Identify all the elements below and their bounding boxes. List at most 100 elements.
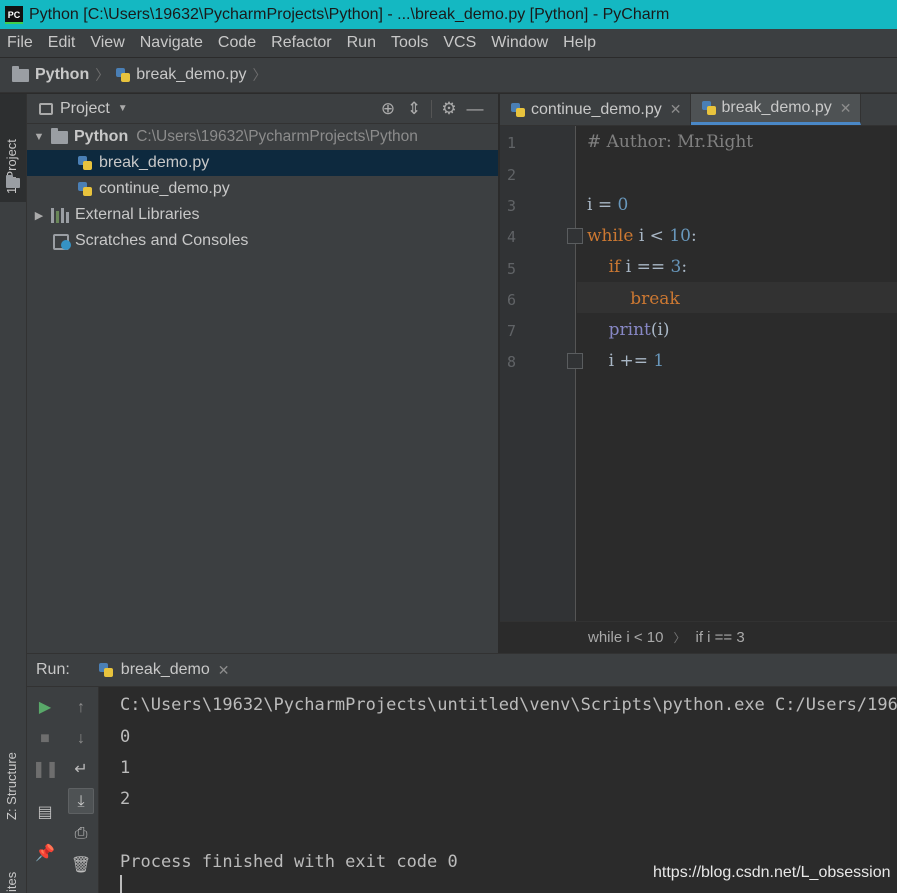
python-file-icon [77, 181, 93, 197]
code-line-3: i = 0 [587, 195, 628, 215]
tree-file-label: break_demo.py [99, 154, 210, 171]
left-tool-stripe: 1: Project Z: Structure ites [0, 94, 27, 893]
code-token: (i) [650, 320, 670, 340]
layout-icon[interactable]: ▤ [32, 800, 58, 826]
code-breadcrumb-item[interactable]: if i == 3 [695, 629, 744, 646]
tree-root[interactable]: ▼ Python C:\Users\19632\PycharmProjects\… [27, 124, 498, 150]
code-breadcrumb: while i < 10 〉 if i == 3 [500, 621, 897, 653]
line-number: 6 [507, 291, 517, 309]
line-number: 2 [507, 166, 517, 184]
folder-icon [12, 65, 29, 82]
code-token: i == [620, 257, 671, 277]
text-cursor [120, 875, 122, 893]
tree-external-libraries-label: External Libraries [75, 206, 200, 223]
menu-window[interactable]: Window [491, 34, 548, 52]
code-breadcrumb-item[interactable]: while i < 10 [588, 629, 663, 646]
pycharm-logo-icon: PC [5, 5, 23, 24]
tree-file-break-demo[interactable]: break_demo.py [27, 150, 498, 176]
code-line-7: print(i) [587, 320, 670, 340]
chevron-right-icon: 〉 [673, 631, 686, 645]
folder-icon [6, 175, 20, 188]
favorites-tool-button[interactable]: ites [4, 872, 19, 892]
hide-icon[interactable]: — [462, 99, 488, 119]
gear-icon[interactable]: ⚙ [436, 99, 462, 119]
scratches-icon [53, 233, 71, 250]
tree-file-continue-demo[interactable]: continue_demo.py [27, 176, 498, 202]
code-token: : [681, 257, 688, 277]
structure-tool-button[interactable]: Z: Structure [4, 752, 19, 820]
menu-run[interactable]: Run [347, 34, 376, 52]
line-number: 4 [507, 228, 517, 246]
code-token: = [592, 195, 618, 215]
menu-vcs[interactable]: VCS [443, 34, 476, 52]
menu-help[interactable]: Help [563, 34, 596, 52]
python-file-icon [77, 155, 93, 171]
code-token: i < [633, 226, 670, 246]
menu-bar: File Edit View Navigate Code Refactor Ru… [0, 29, 897, 57]
close-icon[interactable]: ✕ [218, 662, 230, 679]
arrow-down-icon[interactable]: ↓ [68, 726, 94, 752]
menu-code[interactable]: Code [218, 34, 256, 52]
python-file-icon [115, 67, 131, 83]
close-icon[interactable]: ✕ [670, 101, 682, 118]
expanded-arrow-icon[interactable]: ▼ [31, 131, 47, 143]
run-panel-title: Run: [36, 661, 70, 678]
console-line: Process finished with exit code 0 [120, 852, 458, 872]
locate-icon[interactable]: ⊕ [375, 99, 401, 119]
scroll-to-end-icon[interactable]: ⤓ [68, 788, 94, 814]
library-icon [51, 207, 69, 223]
menu-file[interactable]: File [7, 34, 33, 52]
code-number: 0 [617, 195, 629, 215]
stop-icon[interactable]: ■ [32, 726, 58, 752]
run-tab-label: break_demo [120, 661, 210, 678]
trash-icon[interactable]: 🗑 [68, 853, 94, 879]
breadcrumb-project[interactable]: Python [35, 66, 89, 84]
project-tree: ▼ Python C:\Users\19632\PycharmProjects\… [27, 124, 498, 254]
breadcrumb-file[interactable]: break_demo.py [136, 66, 246, 84]
tree-external-libraries[interactable]: ▶ External Libraries [27, 202, 498, 228]
close-icon[interactable]: ✕ [840, 100, 852, 117]
tab-continue-demo[interactable]: continue_demo.py ✕ [500, 94, 691, 125]
code-keyword: while [587, 226, 634, 246]
console-output[interactable]: C:\Users\19632\PycharmProjects\untitled\… [99, 687, 897, 893]
play-icon[interactable]: ▶ [32, 695, 58, 721]
line-number: 3 [507, 197, 517, 215]
menu-navigate[interactable]: Navigate [140, 34, 203, 52]
project-panel-header: Project ▼ ⊕ ⇕ ⚙ — [27, 94, 498, 124]
menu-refactor[interactable]: Refactor [271, 34, 331, 52]
line-number: 5 [507, 260, 517, 278]
collapsed-arrow-icon[interactable]: ▶ [31, 209, 47, 222]
tab-break-demo[interactable]: break_demo.py ✕ [690, 94, 861, 125]
tree-scratches[interactable]: Scratches and Consoles [27, 228, 498, 254]
project-tool-button[interactable]: 1: Project [0, 94, 26, 202]
tree-scratches-label: Scratches and Consoles [75, 232, 249, 249]
menu-view[interactable]: View [90, 34, 124, 52]
editor-tabs: continue_demo.py ✕ break_demo.py ✕ [500, 94, 897, 126]
project-panel: Project ▼ ⊕ ⇕ ⚙ — ▼ Python C:\Users\1963… [27, 94, 499, 653]
watermark: https://blog.csdn.net/L_obsession [653, 864, 891, 881]
menu-edit[interactable]: Edit [48, 34, 76, 52]
soft-wrap-icon[interactable]: ↵ [68, 757, 94, 783]
menu-tools[interactable]: Tools [391, 34, 428, 52]
run-toolbar: ▶ ↑ ■ ↓ ❚❚ ↵ ⤓ ▤ ⎙ 📌 🗑 [27, 687, 99, 893]
pin-icon[interactable]: 📌 [32, 841, 58, 867]
window-title: Python [C:\Users\19632\PycharmProjects\P… [29, 5, 670, 23]
pause-icon[interactable]: ❚❚ [32, 757, 59, 783]
code-token: : [690, 226, 697, 246]
code-keyword: break [630, 289, 680, 309]
project-view-selector[interactable]: Project [60, 100, 110, 118]
code-area[interactable]: 1 2 3 4 5 6 7 8 # Author: Mr.Right i = 0… [500, 126, 897, 621]
code-number: 10 [669, 226, 691, 246]
console-line: 2 [120, 789, 131, 809]
arrow-up-icon[interactable]: ↑ [68, 695, 94, 721]
editor: continue_demo.py ✕ break_demo.py ✕ 1 2 3… [500, 94, 897, 653]
collapse-all-icon[interactable]: ⇕ [401, 99, 427, 119]
fold-marker-icon[interactable] [567, 353, 583, 369]
chevron-right-icon: 〉 [95, 67, 110, 83]
run-tab-break-demo[interactable]: break_demo ✕ [98, 654, 240, 687]
code-number: 3 [670, 257, 682, 277]
print-icon[interactable]: ⎙ [68, 821, 94, 847]
line-number: 1 [507, 134, 517, 152]
chevron-down-icon[interactable]: ▼ [118, 103, 128, 114]
fold-marker-icon[interactable] [567, 228, 583, 244]
